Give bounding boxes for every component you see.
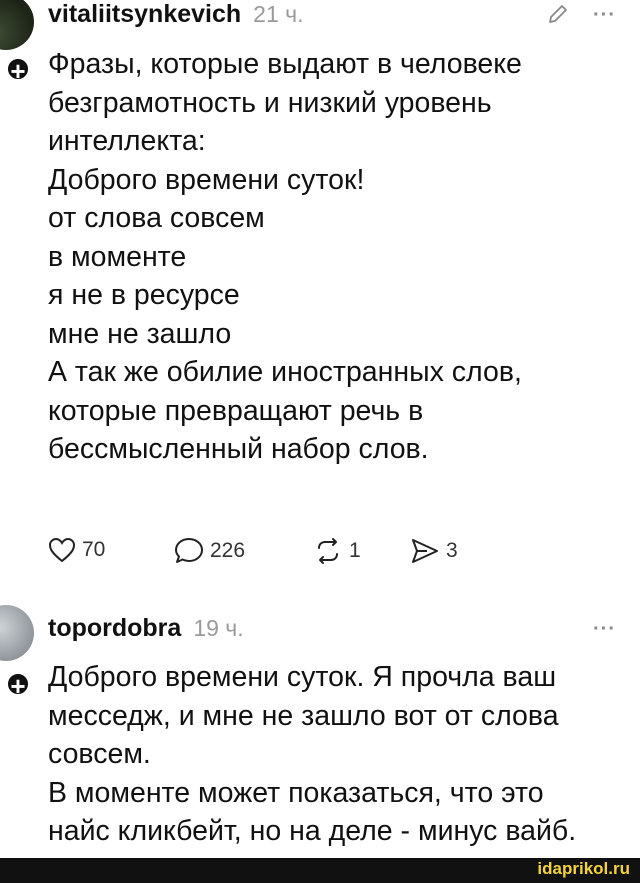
text-line: Доброго времени суток! xyxy=(48,163,365,196)
text-line: бессмысленный набор слов. xyxy=(48,433,429,465)
share-button[interactable]: 3 xyxy=(410,537,458,565)
text-line: В моменте может показаться, что это xyxy=(48,776,544,809)
repost-icon xyxy=(313,537,343,565)
comment-button[interactable]: 226 xyxy=(174,537,245,565)
text-line: месседж, и мне не зашло вот от слова xyxy=(48,699,559,732)
comment-icon xyxy=(174,537,204,565)
text-line: А так же обилие иностранных слов, xyxy=(48,356,522,388)
share-icon xyxy=(410,537,440,565)
text-line: от слова совсем xyxy=(48,202,265,234)
text-line: мне не зашло xyxy=(48,317,232,350)
watermark-text: idaprikol.ru xyxy=(537,859,630,878)
post-text: Фразы, которые выдают в человеке безграм… xyxy=(48,45,638,469)
timestamp: 21 ч. xyxy=(253,1,304,27)
text-line: Доброго времени суток. Я прочла ваш xyxy=(48,661,557,693)
edit-icon[interactable] xyxy=(546,2,570,26)
text-line: совсем. xyxy=(48,738,151,770)
text-line: безграмотность и низкий уровень xyxy=(48,86,492,119)
like-button[interactable]: 70 xyxy=(48,537,105,563)
text-line: которые превращают речь в xyxy=(48,394,424,427)
text-line: в моменте xyxy=(48,240,187,273)
post-text: Доброго времени суток. Я прочла ваш месс… xyxy=(48,658,638,851)
timestamp: 19 ч. xyxy=(193,615,244,641)
heart-icon xyxy=(48,537,76,563)
username[interactable]: vitaliitsynkevich xyxy=(48,0,241,29)
like-count: 70 xyxy=(82,538,106,561)
text-line: интеллекта: xyxy=(48,125,206,157)
watermark-bar: idaprikol.ru xyxy=(0,858,640,883)
username[interactable]: topordobra xyxy=(48,614,181,643)
text-line: найс кликбейт, но на деле - минус вайб. xyxy=(48,815,577,847)
more-icon[interactable]: ··· xyxy=(593,618,616,641)
text-line: я не в ресурсе xyxy=(48,279,240,311)
comment-count: 226 xyxy=(210,539,246,562)
more-icon[interactable]: ··· xyxy=(593,4,616,27)
plus-icon[interactable]: + xyxy=(5,56,31,84)
post-header: vitaliitsynkevich 21 ч. xyxy=(48,0,304,30)
avatar[interactable] xyxy=(0,605,34,661)
avatar[interactable] xyxy=(0,0,34,50)
repost-button[interactable]: 1 xyxy=(313,537,361,565)
plus-icon[interactable]: + xyxy=(5,671,31,699)
share-count: 3 xyxy=(446,539,458,562)
text-line: Фразы, которые выдают в человеке xyxy=(48,48,522,80)
repost-count: 1 xyxy=(349,539,361,562)
post-header: topordobra 19 ч. xyxy=(48,614,244,644)
